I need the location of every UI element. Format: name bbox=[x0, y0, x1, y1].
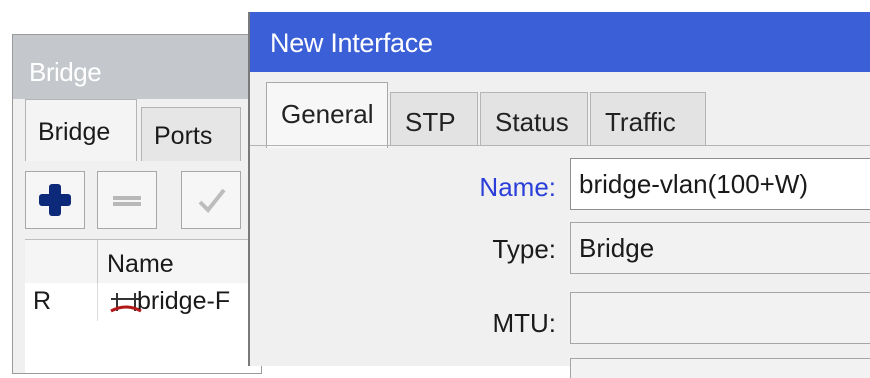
bridge-titlebar[interactable]: Bridge bbox=[13, 35, 261, 99]
new-interface-dialog: New Interface General STP Status Traffic… bbox=[248, 12, 870, 378]
name-label: Name: bbox=[479, 172, 556, 202]
tab-label: General bbox=[281, 99, 374, 129]
window-title: Bridge bbox=[29, 57, 102, 87]
row-flag: R bbox=[33, 287, 52, 315]
tab-label: Traffic bbox=[605, 107, 676, 137]
name-field[interactable]: bridge-vlan(100+W) bbox=[570, 158, 870, 210]
list-header: Name bbox=[25, 239, 261, 285]
check-icon bbox=[198, 188, 226, 213]
tab-status[interactable]: Status bbox=[480, 92, 588, 146]
enable-button[interactable] bbox=[181, 171, 241, 229]
table-row[interactable]: R bridge-F bbox=[25, 283, 261, 322]
bridge-toolbar bbox=[13, 161, 261, 239]
column-divider bbox=[97, 240, 98, 284]
tab-general[interactable]: General bbox=[266, 82, 388, 148]
type-field[interactable]: Bridge bbox=[570, 222, 870, 274]
tab-label: Ports bbox=[154, 122, 213, 150]
mtu-field[interactable] bbox=[570, 292, 870, 344]
tab-bridge[interactable]: Bridge bbox=[25, 99, 137, 161]
column-divider bbox=[97, 283, 98, 321]
dialog-tab-bar: General STP Status Traffic bbox=[250, 82, 870, 148]
dialog-titlebar[interactable]: New Interface bbox=[250, 12, 870, 72]
tab-traffic[interactable]: Traffic bbox=[590, 92, 706, 146]
tab-divider bbox=[250, 145, 870, 146]
list-body bbox=[25, 321, 261, 373]
tab-label: Status bbox=[495, 107, 569, 137]
minus-icon bbox=[113, 196, 141, 206]
row-name: bridge-F bbox=[137, 287, 231, 315]
tab-label: Bridge bbox=[38, 118, 111, 146]
plus-icon bbox=[39, 184, 71, 216]
next-field[interactable] bbox=[570, 358, 870, 378]
remove-button[interactable] bbox=[97, 171, 157, 229]
tab-stp[interactable]: STP bbox=[390, 92, 478, 146]
bridge-tab-bar: Bridge Ports bbox=[13, 99, 261, 161]
dialog-title: New Interface bbox=[270, 28, 433, 58]
add-button[interactable] bbox=[25, 171, 85, 229]
bridge-window: Bridge Bridge Ports Name R bridge-F bbox=[12, 34, 262, 374]
tab-ports[interactable]: Ports bbox=[141, 107, 241, 161]
type-label: Type: bbox=[492, 234, 556, 264]
tab-label: STP bbox=[405, 107, 456, 137]
mtu-label: MTU: bbox=[492, 308, 556, 338]
column-header-name[interactable]: Name bbox=[107, 250, 174, 279]
